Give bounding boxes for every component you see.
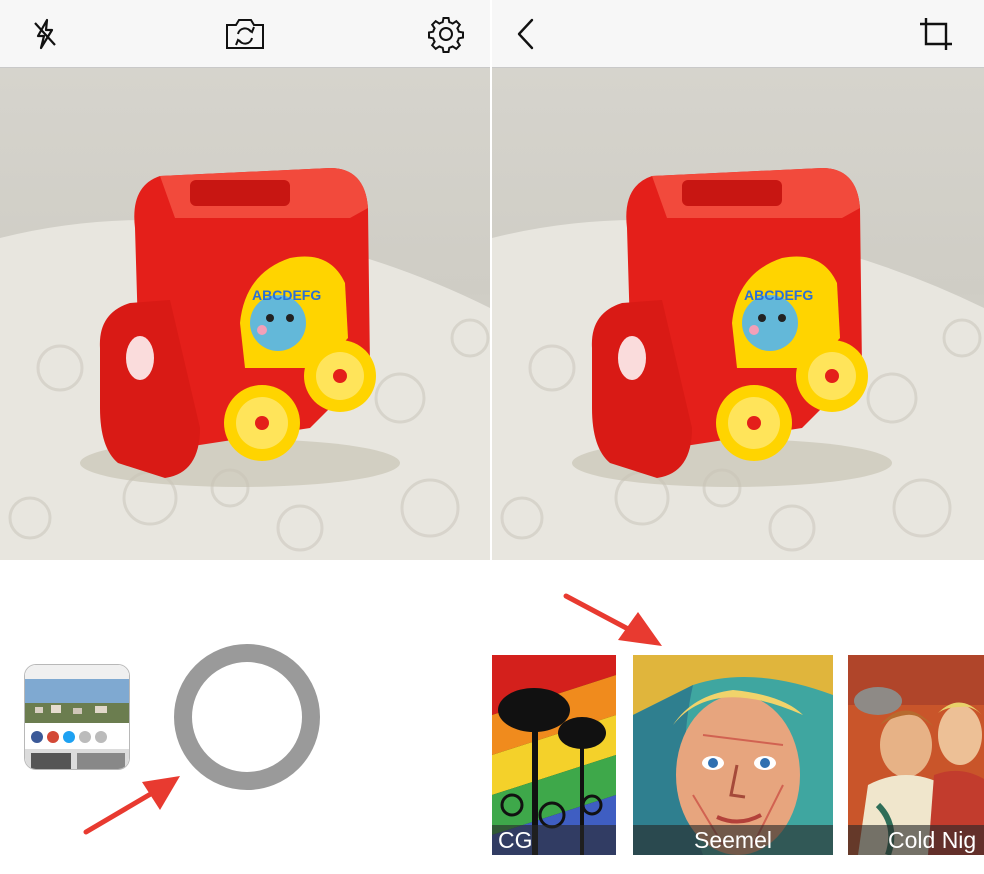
switch-camera-button[interactable] [223, 12, 267, 56]
camera-switch-icon [226, 19, 264, 49]
camera-preview[interactable]: ABCDEFG [0, 68, 490, 560]
filter-cg[interactable]: CG [492, 655, 616, 855]
filter-screen: ABCDEFG CG Seemel Cold Nig [492, 0, 984, 874]
annotation-arrow-shutter [83, 776, 180, 835]
filter-label: CG [492, 825, 616, 855]
flash-off-icon [34, 18, 56, 50]
gallery-thumbnail [25, 665, 129, 769]
gallery-thumbnail-button[interactable] [24, 664, 130, 770]
shutter-ring [192, 662, 302, 772]
svg-text:ABCDEFG: ABCDEFG [252, 287, 321, 303]
filter-toolbar [492, 0, 984, 68]
toy-train-photo: ABCDEFG [0, 68, 490, 560]
gear-icon [428, 17, 464, 53]
filter-label: Cold Nig [848, 825, 984, 855]
filter-preview: ABCDEFG [492, 68, 984, 560]
camera-screen: ABCDEFG [0, 0, 490, 874]
filter-cold-nig[interactable]: Cold Nig [848, 655, 984, 855]
crop-icon [920, 18, 952, 50]
chevron-left-icon [517, 18, 534, 50]
toy-train-photo: ABCDEFG [492, 68, 984, 560]
filter-seemel[interactable]: Seemel [633, 655, 833, 855]
annotation-arrow-filter [563, 593, 662, 646]
svg-text:ABCDEFG: ABCDEFG [744, 287, 813, 303]
settings-button[interactable] [424, 12, 468, 56]
camera-toolbar [0, 0, 490, 68]
crop-button[interactable] [914, 12, 958, 56]
back-button[interactable] [504, 12, 548, 56]
filter-label: Seemel [633, 825, 833, 855]
flash-off-button[interactable] [23, 12, 67, 56]
shutter-button[interactable] [174, 644, 320, 790]
